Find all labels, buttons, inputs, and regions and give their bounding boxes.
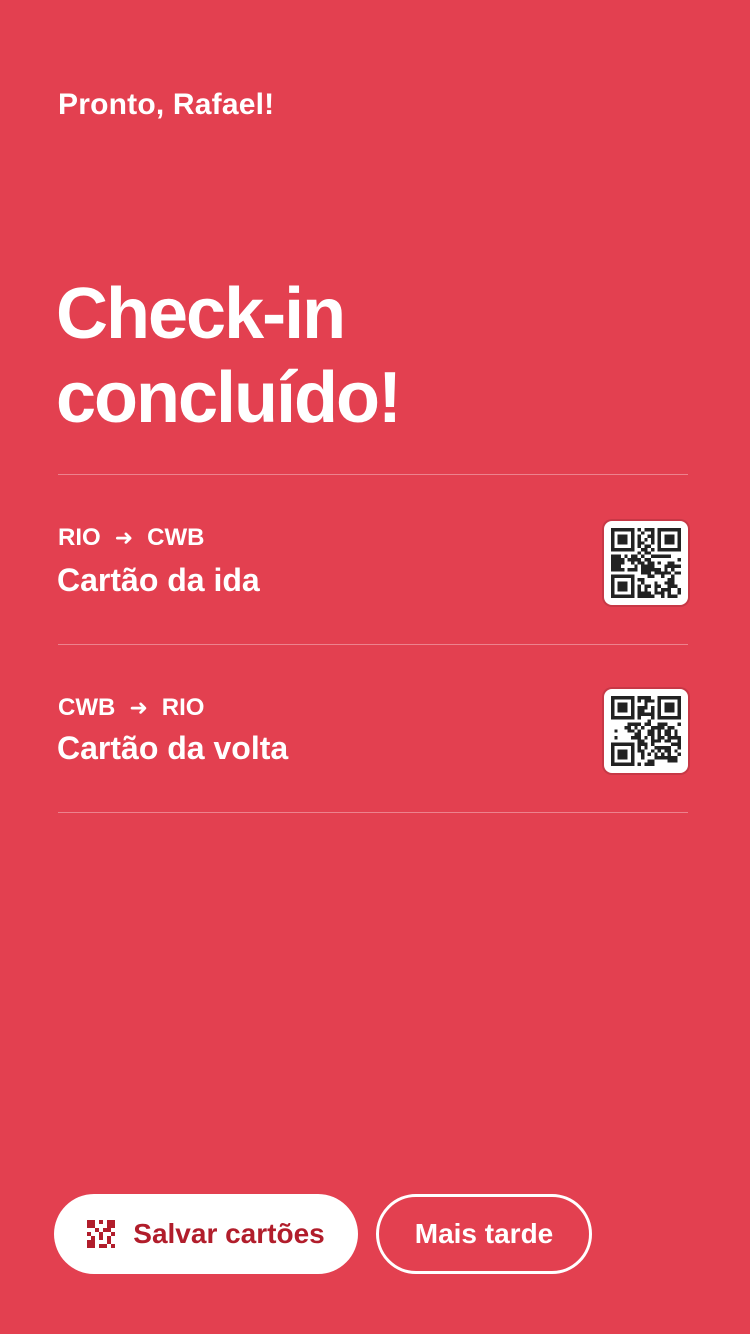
- card-label: Cartão da ida: [57, 562, 260, 598]
- card-label: Cartão da volta: [57, 730, 289, 766]
- qr-code-icon[interactable]: [604, 689, 688, 773]
- greeting: Pronto, Rafael!: [58, 88, 275, 121]
- route: RIO ➜ CWB: [58, 524, 204, 552]
- save-cards-button[interactable]: Salvar cartões: [54, 1194, 358, 1274]
- route-destination: RIO: [161, 694, 205, 721]
- save-cards-label: Salvar cartões: [133, 1218, 325, 1249]
- arrow-right-icon: ➜: [129, 695, 148, 720]
- later-button[interactable]: Mais tarde: [376, 1194, 592, 1274]
- arrow-right-icon: ➜: [114, 525, 134, 550]
- page-title-line-1: Check-in: [56, 274, 346, 354]
- boarding-pass-outbound[interactable]: RIO ➜ CWB Cartão da ida: [57, 476, 688, 644]
- qr-code-icon[interactable]: [604, 521, 688, 605]
- qr-code-icon: [87, 1220, 116, 1248]
- route: CWB ➜ RIO: [58, 694, 204, 722]
- divider: [58, 474, 688, 475]
- divider: [58, 812, 688, 813]
- route-destination: CWB: [147, 524, 205, 551]
- route-origin: CWB: [58, 694, 116, 721]
- divider: [58, 644, 688, 645]
- route-origin: RIO: [58, 524, 101, 551]
- later-label: Mais tarde: [414, 1218, 554, 1249]
- page-title: Check-in concluído!: [56, 272, 696, 440]
- page-title-line-2: concluído!: [56, 358, 402, 438]
- boarding-pass-return[interactable]: CWB ➜ RIO Cartão da volta: [57, 646, 688, 814]
